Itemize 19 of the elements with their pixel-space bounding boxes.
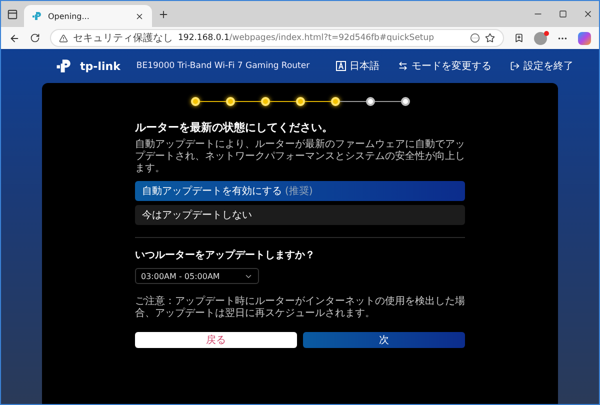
- address-bar[interactable]: セキュリティ保護なし 192.168.0.1/webpages/index.html?t=92d546fb#quickSetup: [50, 29, 504, 47]
- back-button[interactable]: 戻る: [135, 332, 297, 348]
- header-link[interactable]: 日本語: [336, 59, 380, 73]
- header-link[interactable]: 設定を終了: [510, 59, 574, 73]
- schedule-select[interactable]: 03:00AM - 05:00AM: [135, 268, 259, 284]
- url-text: 192.168.0.1/webpages/index.html?t=92d546fb#quickSetup: [178, 33, 436, 43]
- security-label: セキュリティ保護なし: [73, 32, 173, 45]
- description-text: 自動アップデートにより、ルーターが最新のファームウェアに自動でアップデートされ、ネットワークパフォーマンスとシステムの安全性が向上します。: [135, 139, 465, 175]
- next-button[interactable]: 次: [303, 332, 465, 348]
- browser-tab[interactable]: Opening...: [24, 5, 152, 27]
- brand-name: tp-link: [80, 60, 120, 72]
- model-name: BE19000 Tri-Band Wi-Fi 7 Gaming Router: [136, 61, 310, 71]
- note-text: ご注意：アップデート時にルーターがインターネットの使用を検出した場合、アップデートは翌日に再スケジュールされます。: [135, 296, 465, 320]
- update-option[interactable]: 今はアップデートしない: [135, 205, 465, 225]
- question-text: いつルーターをアップデートしますか？: [135, 248, 316, 262]
- update-option[interactable]: 自動アップデートを有効にする (推奨): [135, 181, 465, 201]
- section-title: ルーターを最新の状態にしてください。: [135, 120, 334, 135]
- header-link[interactable]: モードを変更する: [398, 59, 492, 73]
- tab-title: Opening...: [48, 12, 90, 20]
